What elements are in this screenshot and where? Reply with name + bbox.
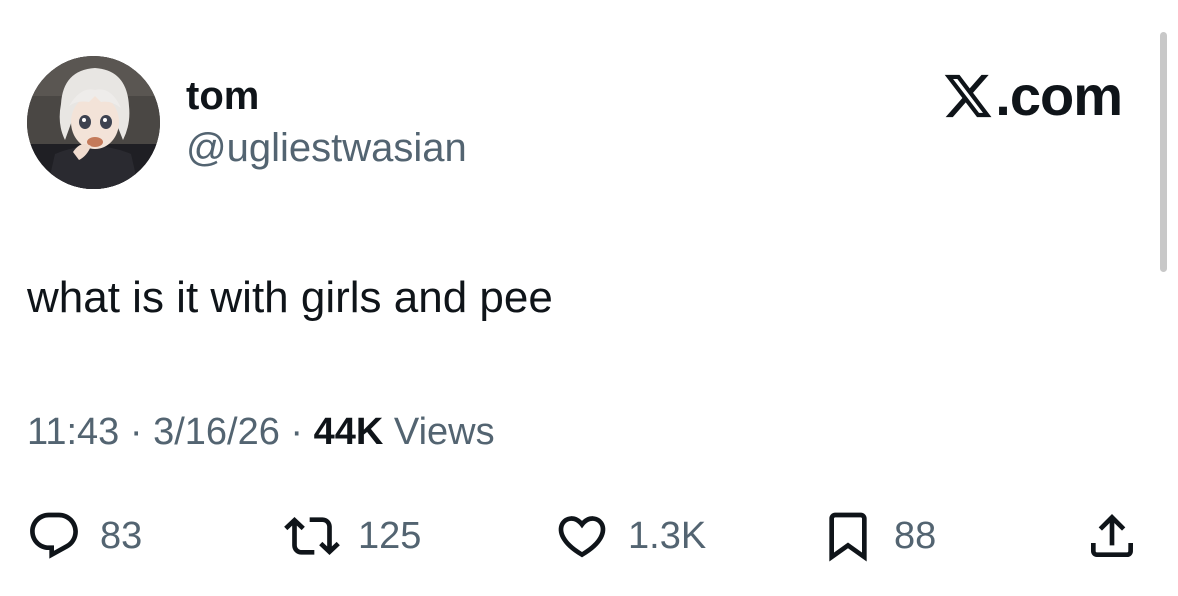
bookmark-icon xyxy=(829,512,867,562)
bookmark-button[interactable]: 88 xyxy=(820,500,936,572)
reply-count: 83 xyxy=(100,515,143,557)
views-label: Views xyxy=(393,411,495,453)
tweet-text: what is it with girls and pee xyxy=(27,273,553,322)
retweet-count: 125 xyxy=(358,515,422,557)
tweet-date[interactable]: 3/16/26 xyxy=(153,411,280,453)
scrollbar-thumb[interactable] xyxy=(1160,32,1167,272)
tweet-time[interactable]: 11:43 xyxy=(27,411,119,453)
brand-domain: .com xyxy=(995,64,1123,127)
tweet-card: tom @ugliestwasian .com what is it with … xyxy=(0,0,1178,596)
like-count: 1.3K xyxy=(628,515,707,557)
reply-icon xyxy=(30,512,78,559)
avatar-image xyxy=(27,56,160,189)
author-display-name[interactable]: tom xyxy=(186,72,259,120)
like-button[interactable]: 1.3K xyxy=(554,500,706,572)
retweet-button[interactable]: 125 xyxy=(284,500,421,572)
share-icon xyxy=(1091,514,1133,557)
x-logo-icon xyxy=(945,74,992,118)
heart-icon xyxy=(558,516,606,558)
tweet-meta: 11:43 · 3/16/26 · 44K Views xyxy=(27,408,495,456)
meta-separator: · xyxy=(129,411,143,453)
reply-button[interactable]: 83 xyxy=(26,500,142,572)
avatar[interactable] xyxy=(27,56,160,189)
x-com-brand: .com xyxy=(942,64,1123,127)
views-count: 44K xyxy=(313,411,384,453)
meta-separator: · xyxy=(290,411,304,453)
bookmark-count: 88 xyxy=(894,515,937,557)
share-button[interactable] xyxy=(1084,500,1140,572)
retweet-icon xyxy=(284,517,340,555)
author-handle[interactable]: @ugliestwasian xyxy=(186,124,467,172)
action-bar: 83 125 1.3K 88 xyxy=(0,500,1178,572)
